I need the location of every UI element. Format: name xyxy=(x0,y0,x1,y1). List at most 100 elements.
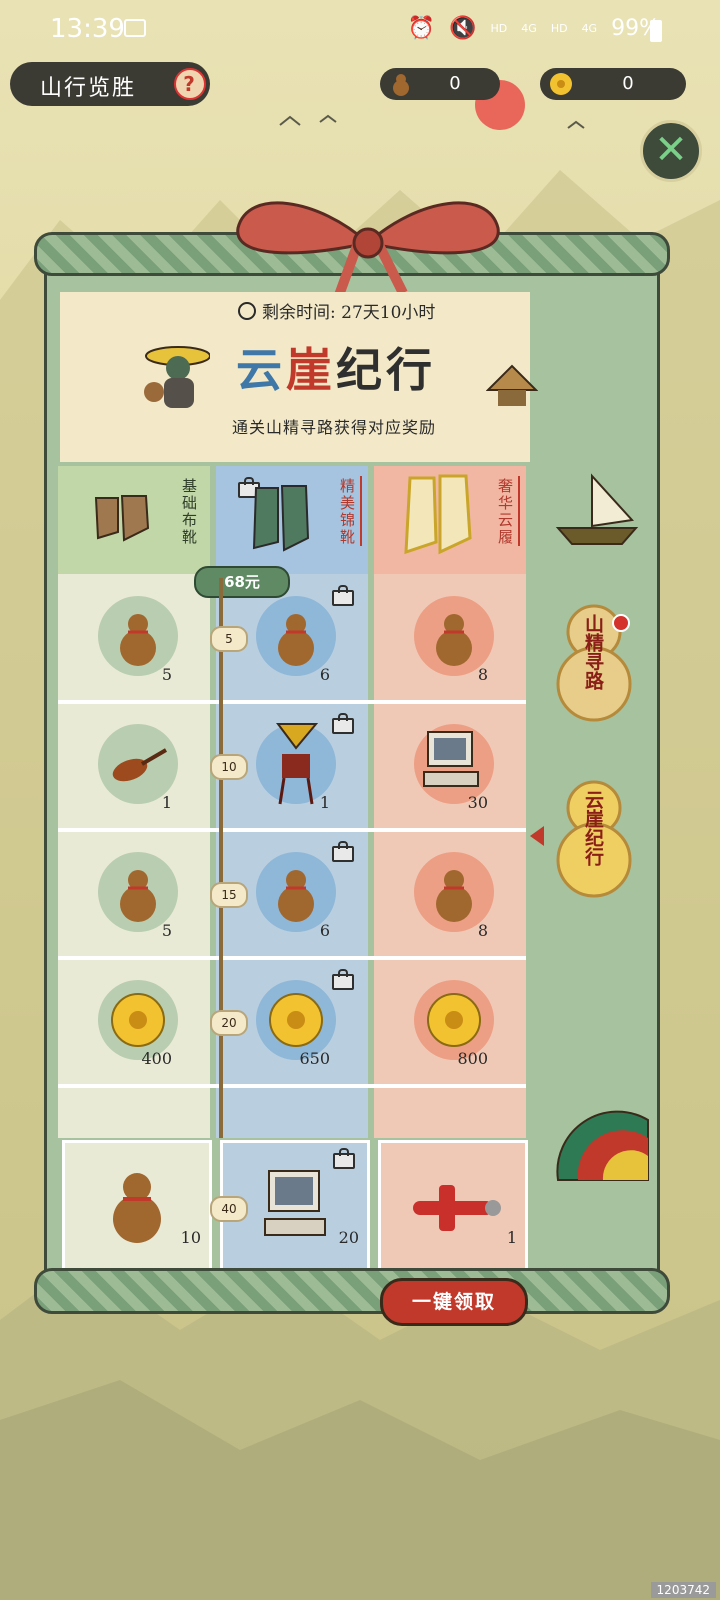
computer-icon xyxy=(423,731,479,787)
gourd-count: 0 xyxy=(449,73,461,94)
tier-name-basic: 基础布靴 xyxy=(180,478,198,546)
event-timer: 剩余时间: 27天10小时 xyxy=(238,298,435,323)
active-tab-arrow-icon xyxy=(530,826,544,846)
close-button[interactable]: ✕ xyxy=(640,120,702,182)
reward-cell[interactable]: 400 xyxy=(58,962,210,1084)
hd-label-1: HD xyxy=(490,22,508,35)
level-marker: 5 xyxy=(210,626,248,652)
flower-icon xyxy=(269,993,323,1047)
tier-name-luxury: 奢华云履 xyxy=(496,478,514,546)
event-subtitle: 通关山精寻路获得对应奖励 xyxy=(232,418,437,437)
reward-cell[interactable]: 5 xyxy=(58,578,210,700)
help-icon[interactable]: ? xyxy=(174,68,206,100)
status-time: 13:39 xyxy=(50,14,125,44)
gourd-icon xyxy=(120,614,156,666)
reward-qty: 5 xyxy=(161,921,172,940)
clock-icon xyxy=(238,302,256,320)
hd-label-2: HD xyxy=(550,22,568,35)
event-title-char-1: 云 xyxy=(236,343,286,397)
tier-header-fine[interactable]: 精美锦靴 xyxy=(216,466,368,574)
row-divider xyxy=(58,1084,526,1088)
reward-cell[interactable]: 5 xyxy=(58,834,210,956)
reward-qty: 1 xyxy=(319,793,330,812)
reward-qty: 8 xyxy=(477,921,488,940)
reward-qty: 400 xyxy=(141,1049,172,1068)
event-title-char-3: 纪行 xyxy=(336,343,436,397)
tier-divider-luxury xyxy=(518,476,520,546)
reward-grid: 基础布靴 精美锦靴 奢华云履 5 6 8 1 1 30 5 6 8 400 65… xyxy=(58,466,526,1138)
ribbon-bow-icon xyxy=(236,201,500,298)
gourd-icon xyxy=(278,614,314,666)
level-marker: 10 xyxy=(210,754,248,780)
mute-icon: 🔇 xyxy=(449,16,477,41)
side-tab-label: 云崖纪行 xyxy=(582,790,604,866)
gourd-icon xyxy=(113,1173,161,1243)
notification-dot xyxy=(612,614,630,632)
flower-currency: 0 xyxy=(540,68,686,100)
status-indicators: ⏰ 🔇 HD 4G HD 4G 99% xyxy=(408,16,660,41)
gourd-icon xyxy=(436,614,472,666)
reward-qty: 5 xyxy=(161,665,172,684)
level-marker: 20 xyxy=(210,1010,248,1036)
computer-icon xyxy=(264,1170,326,1236)
row-divider xyxy=(58,828,526,832)
network-label-2: 4G xyxy=(581,22,598,35)
level-marker: 40 xyxy=(210,1196,248,1222)
final-reward-cell[interactable]: 10 xyxy=(62,1140,212,1272)
lock-icon xyxy=(333,1148,355,1169)
cloud-shoes-icon xyxy=(404,474,472,555)
event-title-char-2: 崖 xyxy=(286,343,336,397)
level-marker: 15 xyxy=(210,882,248,908)
network-label-1: 4G xyxy=(521,22,537,35)
reward-cell[interactable]: 8 xyxy=(374,834,526,956)
sailboat-icon xyxy=(555,473,639,545)
reward-qty: 6 xyxy=(319,665,330,684)
side-tab-label: 山精寻路 xyxy=(582,614,604,690)
reward-cell[interactable]: 30 xyxy=(374,706,526,828)
side-tab-cliff-journey[interactable]: 云崖纪行 xyxy=(552,772,636,900)
collect-all-button[interactable]: 一键领取 xyxy=(380,1278,528,1326)
alarm-icon: ⏰ xyxy=(407,16,436,41)
row-divider xyxy=(58,956,526,960)
row-divider xyxy=(58,700,526,704)
lock-icon xyxy=(332,585,354,606)
lock-icon xyxy=(332,969,354,990)
flower-icon xyxy=(111,993,165,1047)
lock-icon xyxy=(332,841,354,862)
gallery-icon xyxy=(124,19,146,37)
gourd-currency: 0 xyxy=(380,68,500,100)
hut-icon xyxy=(486,364,538,406)
reward-cell[interactable]: 800 xyxy=(374,962,526,1084)
tier-header-luxury[interactable]: 奢华云履 xyxy=(374,466,526,574)
status-bar: 13:39 ⏰ 🔇 HD 4G HD 4G 99% xyxy=(0,0,720,60)
violin-icon xyxy=(112,748,168,782)
timer-text: 剩余时间: 27天10小时 xyxy=(262,303,436,323)
reward-qty: 800 xyxy=(457,1049,488,1068)
reward-cell[interactable]: 8 xyxy=(374,578,526,700)
reward-qty: 650 xyxy=(299,1049,330,1068)
flower-count: 0 xyxy=(622,73,634,94)
page-title: 山行览胜 xyxy=(40,76,137,101)
gramophone-icon xyxy=(276,723,319,805)
reward-qty: 10 xyxy=(180,1228,201,1247)
reward-qty: 1 xyxy=(506,1228,517,1247)
final-reward-cell[interactable]: 1 xyxy=(378,1140,528,1272)
tier-divider-fine xyxy=(360,476,362,546)
brocade-boots-icon xyxy=(252,485,310,552)
tier-price-badge[interactable]: 68元 xyxy=(194,566,290,598)
cloth-boots-icon xyxy=(94,495,150,542)
gourd-icon xyxy=(436,870,472,922)
progress-track xyxy=(219,578,223,1138)
gourd-icon xyxy=(120,870,156,922)
page-title-pill: 山行览胜 ? xyxy=(10,62,210,106)
reward-qty: 8 xyxy=(477,665,488,684)
reward-qty: 30 xyxy=(467,793,488,812)
reward-cell[interactable]: 1 xyxy=(58,706,210,828)
scroll-bottom-roll xyxy=(34,1268,670,1314)
reward-qty: 6 xyxy=(319,921,330,940)
flower-icon xyxy=(427,993,481,1047)
traveler-character-icon xyxy=(144,346,210,408)
tier-name-fine: 精美锦靴 xyxy=(338,478,356,546)
tier-header-basic[interactable]: 基础布靴 xyxy=(58,466,210,574)
watermark-id: 1203742 xyxy=(650,1582,716,1598)
